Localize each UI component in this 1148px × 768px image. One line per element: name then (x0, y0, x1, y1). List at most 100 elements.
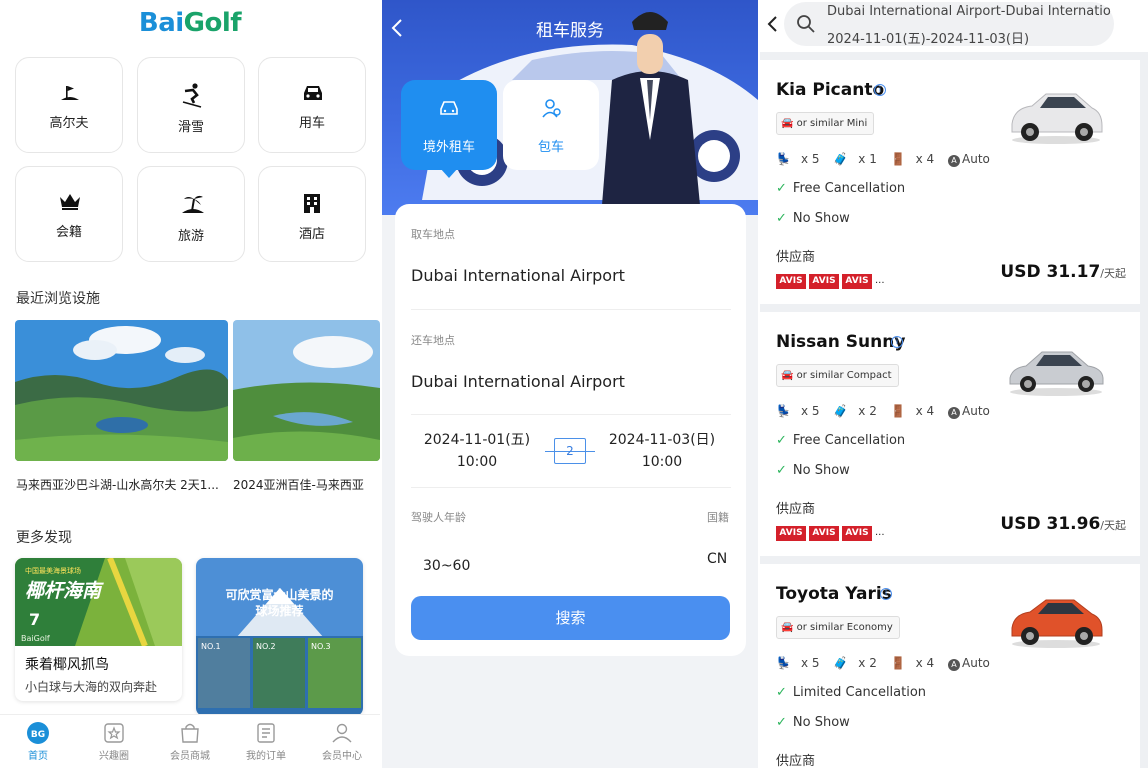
tile-label: 包车 (537, 140, 564, 155)
tab-label: 会员商城 (170, 751, 210, 762)
price-amount: USD 31.96 (1000, 514, 1101, 534)
transmission-value: Auto (962, 656, 990, 670)
search-route: Dubai International Airport-Dubai Intern… (827, 4, 1112, 19)
grid-car[interactable]: 用车 (258, 57, 366, 153)
discover-no3: NO.3 (311, 642, 331, 651)
car-card[interactable]: Toyota Yaris i 🚘 or similar Economy 💺 x 5… (760, 564, 1140, 768)
similar-text: or similar Compact (796, 370, 892, 381)
baigolf-logo: BaiGolf (138, 8, 242, 38)
tab-charter[interactable]: 包车 (503, 80, 599, 170)
transmission-icon: A (948, 659, 961, 671)
transmission-icon: A (948, 155, 961, 167)
discover-no1: NO.1 (201, 642, 221, 651)
similar-tag: 🚘 or similar Economy (776, 616, 900, 639)
rental-form: 取车地点 Dubai International Airport 还车地点 Du… (395, 204, 746, 656)
tab-shop[interactable]: 会员商城 (152, 721, 228, 762)
grid-label: 滑雪 (177, 120, 204, 135)
check-icon: ✓ (776, 715, 787, 730)
discover-image-line-2: 球场推荐 (255, 604, 304, 618)
car-card[interactable]: Kia Picanto i 🚘 or similar Mini 💺 x 5 🧳 x … (760, 60, 1140, 304)
door-icon: 🚪 (890, 152, 906, 166)
info-icon[interactable]: i (880, 588, 892, 600)
check-icon: ✓ (776, 433, 787, 448)
tab-member[interactable]: 会员中心 (304, 721, 380, 762)
search-summary[interactable]: Dubai International Airport-Dubai Intern… (784, 2, 1114, 47)
similar-tag: 🚘 or similar Mini (776, 112, 875, 135)
more-suppliers: ... (875, 527, 885, 538)
tile-label: 境外租车 (422, 140, 475, 155)
transmission-value: Auto (962, 152, 990, 166)
doors-value: x 4 (915, 404, 935, 418)
pickup-location-field[interactable]: Dubai International Airport (411, 266, 625, 285)
car-specs: 💺 x 5 🧳 x 1 🚪 x 4 A Auto (776, 152, 1000, 167)
car-card[interactable]: Nissan Sunny i 🚘 or similar Compact 💺 x 5… (760, 312, 1140, 556)
car-name: Toyota Yaris (776, 584, 892, 604)
doors-value: x 4 (915, 152, 935, 166)
return-time: 10:00 (641, 454, 683, 470)
pickup-datetime[interactable]: 2024-11-01(五) 10:00 (417, 429, 537, 473)
tab-orders[interactable]: 我的订单 (228, 721, 304, 762)
avis-logo: AVIS (809, 274, 839, 289)
tab-label: 会员中心 (322, 751, 362, 762)
feature-text: No Show (792, 463, 850, 478)
grid-label: 会籍 (55, 225, 82, 240)
seats-value: x 5 (800, 152, 820, 166)
grid-label: 酒店 (298, 227, 325, 242)
divider (411, 309, 731, 310)
divider (411, 414, 731, 415)
ski-icon (182, 83, 202, 108)
info-icon[interactable]: i (891, 336, 903, 348)
car-mini-icon: 🚘 (781, 118, 797, 129)
tab-interest[interactable]: 兴趣圈 (76, 721, 152, 762)
grid-golf[interactable]: 高尔夫 (15, 57, 123, 153)
return-datetime[interactable]: 2024-11-03(日) 10:00 (602, 429, 722, 473)
feature-free-cancellation: ✓ Free Cancellation (776, 181, 905, 196)
back-arrow-icon[interactable] (766, 14, 778, 34)
check-icon: ✓ (776, 211, 787, 226)
driver-age-field[interactable]: 30~60 (423, 558, 470, 574)
bags-value: x 1 (858, 152, 877, 166)
grid-travel[interactable]: 旅游 (137, 166, 245, 262)
search-header: Dubai International Airport-Dubai Intern… (760, 0, 1148, 52)
supplier-logos: AVIS AVIS AVIS... (776, 526, 885, 541)
return-location-field[interactable]: Dubai International Airport (411, 372, 625, 391)
doors-value: x 4 (915, 656, 935, 670)
tab-overseas-rental[interactable]: 境外租车 (401, 80, 497, 170)
seats-value: x 5 (800, 656, 820, 670)
island-icon (182, 195, 204, 213)
page-title: 租车服务 (536, 21, 604, 41)
grid-ski[interactable]: 滑雪 (137, 57, 245, 153)
pickup-time: 10:00 (456, 454, 498, 470)
feature-no-show: ✓ No Show (776, 211, 850, 226)
discover-card-1[interactable]: 中国最美海景球场 椰杆海南 7 BaiGolf 乘着椰风抓鸟 小白球与大海的双向… (15, 558, 182, 701)
recent-image-1[interactable] (15, 320, 228, 461)
bags-value: x 2 (858, 656, 877, 670)
feature-text: Limited Cancellation (792, 685, 927, 700)
grid-membership[interactable]: 会籍 (15, 166, 123, 262)
tab-home[interactable]: BG 首页 (0, 721, 76, 762)
recent-caption-1: 马来西亚沙巴斗湖-山水高尔夫 2天1... (16, 478, 219, 492)
home-icon: BG (27, 722, 49, 744)
discover-card-2[interactable]: 可欣赏富士山美景的 球场推荐 NO.1 NO.2 NO.3 (196, 558, 363, 716)
info-icon[interactable]: i (874, 84, 886, 96)
car-image (1011, 599, 1103, 648)
car-mini-icon: 🚘 (781, 622, 797, 633)
car-image (1009, 351, 1104, 396)
similar-text: or similar Mini (796, 118, 868, 129)
return-label: 还车地点 (411, 334, 455, 347)
supplier-logos: AVIS AVIS AVIS... (776, 274, 885, 289)
feature-text: No Show (792, 211, 850, 226)
grid-hotel[interactable]: 酒店 (258, 166, 366, 262)
discover-title: 更多发现 (16, 530, 72, 546)
nationality-field[interactable]: CN (707, 551, 727, 567)
recent-caption-2: 2024亚洲百佳-马来西亚 (233, 478, 364, 492)
search-button[interactable]: 搜索 (411, 596, 730, 640)
price-unit: /天起 (1100, 267, 1126, 280)
transmission-icon: A (948, 407, 961, 419)
car-name: Nissan Sunny (776, 332, 906, 352)
car-name: Kia Picanto (776, 80, 885, 100)
discover-image-title: 椰杆海南 (25, 580, 102, 602)
recent-image-2[interactable] (233, 320, 380, 461)
order-icon (257, 723, 275, 743)
hero-banner: 租车服务 境外租车 包车 (382, 0, 758, 215)
